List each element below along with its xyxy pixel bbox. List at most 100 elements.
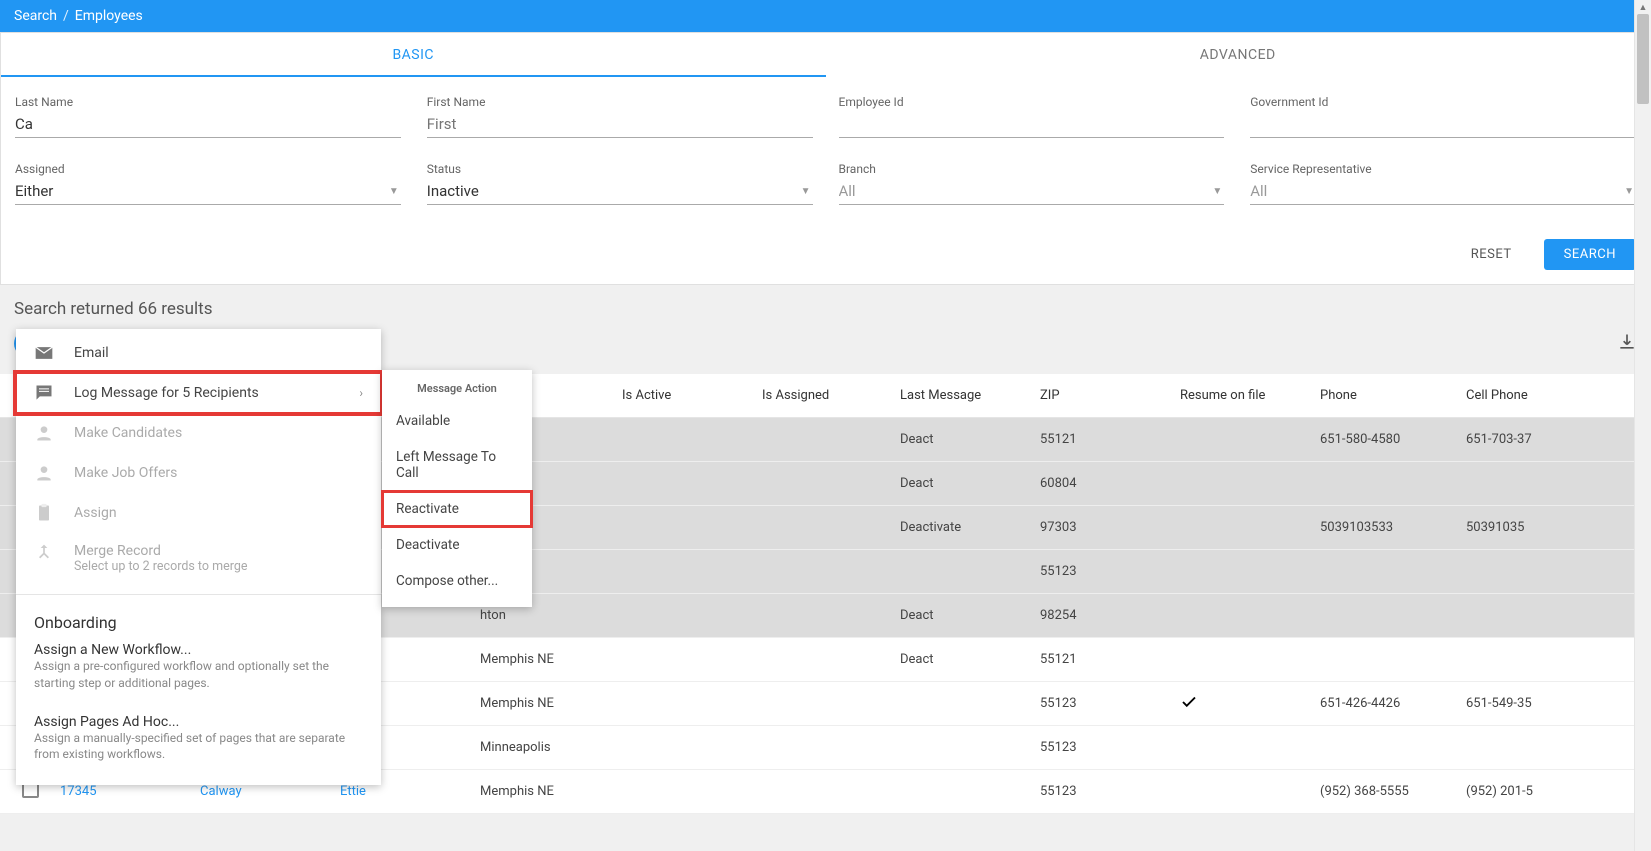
- row-branch: Memphis NE: [480, 696, 622, 711]
- row-zip: 55123: [1040, 784, 1180, 799]
- menu-make-candidates: Make Candidates: [16, 413, 381, 453]
- row-phone: (952) 368-5555: [1320, 784, 1466, 799]
- field-service-rep: Service Representative ▼: [1250, 162, 1636, 205]
- submenu-deactivate[interactable]: Deactivate: [382, 527, 532, 563]
- menu-assign: Assign: [16, 493, 381, 533]
- row-last-message: Deact: [900, 476, 1040, 491]
- row-cell-phone: 651-549-35: [1466, 696, 1651, 711]
- row-branch: Memphis NE: [480, 784, 622, 799]
- menu-assign-pages[interactable]: Assign Pages Ad Hoc... Assign a manually…: [16, 708, 381, 770]
- tab-advanced[interactable]: ADVANCED: [826, 33, 1651, 77]
- menu-assign-workflow-title: Assign a New Workflow...: [34, 642, 363, 658]
- menu-onboarding-title: Onboarding: [16, 605, 381, 636]
- search-button[interactable]: SEARCH: [1544, 239, 1636, 270]
- results-header: Search returned 66 results: [0, 285, 1651, 319]
- chevron-right-icon: ›: [359, 386, 363, 400]
- input-last-name[interactable]: [15, 112, 401, 138]
- row-last-message: Deact: [900, 432, 1040, 447]
- input-employee-id[interactable]: [839, 112, 1225, 138]
- field-employee-id: Employee Id: [839, 95, 1225, 138]
- select-service-rep[interactable]: [1250, 179, 1636, 205]
- submenu-available[interactable]: Available: [382, 403, 532, 439]
- field-assigned: Assigned ▼: [15, 162, 401, 205]
- row-phone: 651-426-4426: [1320, 696, 1466, 711]
- action-menu: Email Log Message for 5 Recipients › Mak…: [16, 329, 381, 785]
- col-cell-phone[interactable]: Cell Phone: [1466, 388, 1651, 403]
- row-zip: 98254: [1040, 608, 1180, 623]
- menu-merge: Merge Record Select up to 2 records to m…: [16, 533, 381, 584]
- reset-button[interactable]: RESET: [1451, 239, 1532, 270]
- row-firstname[interactable]: Ettie: [340, 784, 366, 799]
- row-last-message: Deactivate: [900, 520, 1040, 535]
- person-icon: [34, 423, 56, 443]
- row-branch: Minneapolis: [480, 740, 622, 755]
- menu-email[interactable]: Email: [16, 333, 381, 373]
- menu-offers-label: Make Job Offers: [74, 465, 177, 481]
- breadcrumb-employees: Employees: [75, 8, 143, 24]
- input-government-id[interactable]: [1250, 112, 1636, 138]
- vertical-scrollbar[interactable]: ▲: [1634, 0, 1651, 851]
- breadcrumb-search[interactable]: Search: [14, 8, 57, 24]
- label-first-name: First Name: [427, 95, 813, 109]
- row-zip: 60804: [1040, 476, 1180, 491]
- scroll-thumb[interactable]: [1637, 14, 1649, 104]
- col-phone[interactable]: Phone: [1320, 388, 1466, 403]
- row-resume: [1180, 693, 1320, 715]
- check-icon: [1180, 693, 1198, 711]
- tab-basic[interactable]: BASIC: [1, 33, 826, 77]
- row-cell-phone: (952) 201-5: [1466, 784, 1651, 799]
- breadcrumb: Search / Employees: [0, 0, 1651, 32]
- row-lastname[interactable]: Calway: [200, 784, 242, 799]
- menu-log-message[interactable]: Log Message for 5 Recipients ›: [16, 373, 381, 413]
- input-first-name[interactable]: [427, 112, 813, 138]
- submenu-left-message[interactable]: Left Message To Call: [382, 439, 532, 491]
- row-branch: hton: [480, 608, 622, 623]
- label-service-rep: Service Representative: [1250, 162, 1636, 176]
- row-id[interactable]: 17345: [60, 784, 97, 799]
- label-branch: Branch: [839, 162, 1225, 176]
- select-branch[interactable]: [839, 179, 1225, 205]
- menu-assign-label: Assign: [74, 505, 117, 521]
- label-status: Status: [427, 162, 813, 176]
- row-cell-phone: 651-703-37: [1466, 432, 1651, 447]
- menu-candidates-label: Make Candidates: [74, 425, 182, 441]
- col-is-assigned[interactable]: Is Assigned: [762, 388, 900, 403]
- submenu-compose[interactable]: Compose other...: [382, 563, 532, 599]
- field-last-name: Last Name: [15, 95, 401, 138]
- row-zip: 55123: [1040, 740, 1180, 755]
- field-first-name: First Name: [427, 95, 813, 138]
- menu-make-job-offers: Make Job Offers: [16, 453, 381, 493]
- person-icon: [34, 463, 56, 483]
- message-action-submenu: Message Action Available Left Message To…: [382, 370, 532, 607]
- merge-icon: [34, 543, 56, 563]
- menu-merge-sub: Select up to 2 records to merge: [74, 559, 247, 574]
- select-assigned[interactable]: [15, 179, 401, 205]
- row-phone: 5039103533: [1320, 520, 1466, 535]
- label-government-id: Government Id: [1250, 95, 1636, 109]
- row-last-message: Deact: [900, 608, 1040, 623]
- row-branch: Memphis NE: [480, 652, 622, 667]
- menu-assign-workflow[interactable]: Assign a New Workflow... Assign a pre-co…: [16, 636, 381, 698]
- label-assigned: Assigned: [15, 162, 401, 176]
- clipboard-icon: [34, 503, 56, 523]
- select-status[interactable]: [427, 179, 813, 205]
- row-zip: 55121: [1040, 432, 1180, 447]
- col-is-active[interactable]: Is Active: [622, 388, 762, 403]
- scroll-arrow-up-icon[interactable]: ▲: [1635, 2, 1651, 13]
- row-cell-phone: 50391035: [1466, 520, 1651, 535]
- submenu-reactivate[interactable]: Reactivate: [382, 491, 532, 527]
- field-status: Status ▼: [427, 162, 813, 205]
- col-last-message[interactable]: Last Message: [900, 388, 1040, 403]
- row-zip: 55123: [1040, 696, 1180, 711]
- field-government-id: Government Id: [1250, 95, 1636, 138]
- row-phone: 651-580-4580: [1320, 432, 1466, 447]
- col-resume[interactable]: Resume on file: [1180, 388, 1320, 403]
- menu-log-label: Log Message for 5 Recipients: [74, 385, 259, 401]
- label-employee-id: Employee Id: [839, 95, 1225, 109]
- menu-email-label: Email: [74, 345, 109, 361]
- message-icon: [34, 383, 56, 403]
- col-zip[interactable]: ZIP: [1040, 388, 1180, 403]
- field-branch: Branch ▼: [839, 162, 1225, 205]
- menu-merge-title: Merge Record: [74, 543, 247, 559]
- row-last-message: Deact: [900, 652, 1040, 667]
